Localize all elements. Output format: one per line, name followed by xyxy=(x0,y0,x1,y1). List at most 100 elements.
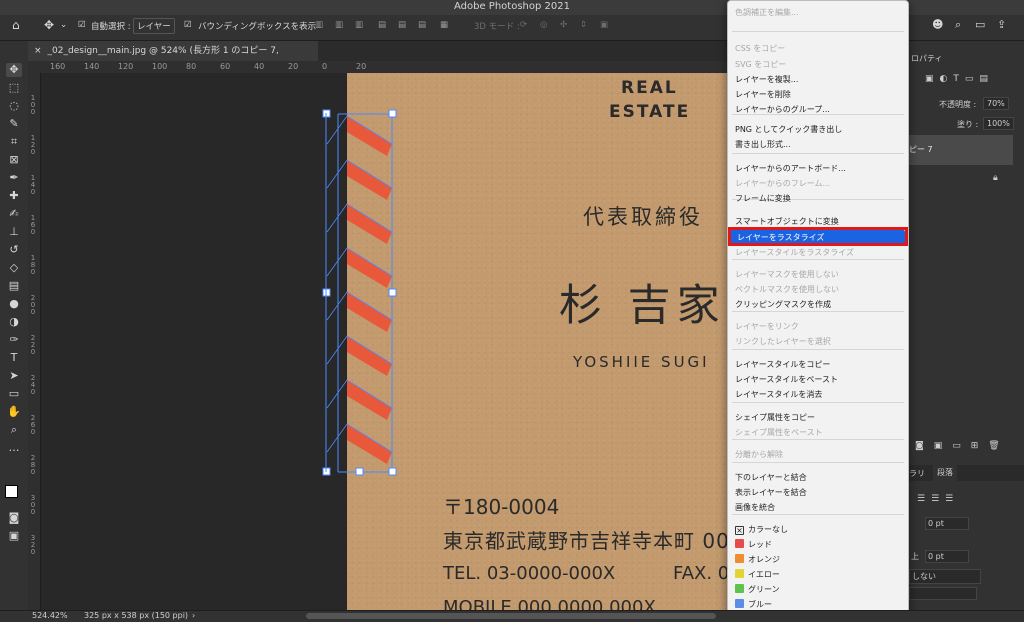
bounding-box-checkbox[interactable]: ☑ xyxy=(184,20,192,30)
menu-item[interactable]: PNG としてクイック書き出し xyxy=(728,122,908,137)
menu-item[interactable]: 下のレイヤーと結合 xyxy=(728,470,908,485)
transform-handle[interactable] xyxy=(388,288,397,297)
align-middle-icon[interactable]: ▤ xyxy=(398,20,406,30)
menu-item[interactable]: レイヤースタイルをペースト xyxy=(728,372,908,387)
menu-item[interactable]: レイヤーからのアートボード... xyxy=(728,161,908,176)
3d-slide-icon[interactable]: ⇕ xyxy=(580,20,587,30)
3d-pan-icon[interactable]: ✣ xyxy=(560,20,567,30)
workspace-icon[interactable]: ▭ xyxy=(975,18,985,31)
hyphenation-select[interactable]: しない xyxy=(909,569,981,584)
menu-item[interactable]: 書き出し形式... xyxy=(728,137,908,152)
composer-select[interactable] xyxy=(909,587,977,600)
menu-item-label: シェイプ属性をペースト xyxy=(735,428,823,437)
fill-label: 塗り : xyxy=(957,120,979,129)
menu-item[interactable]: シェイプ属性をコピー xyxy=(728,410,908,425)
gradient-tool-icon[interactable]: ▤ xyxy=(6,279,22,293)
lasso-tool-icon[interactable]: ◌ xyxy=(6,99,22,113)
crop-tool-icon[interactable]: ⌗ xyxy=(6,135,22,149)
stripe-shape-layer[interactable] xyxy=(41,73,728,610)
3d-scale-icon[interactable]: ▣ xyxy=(600,20,608,30)
document-tab-bar: × _02_design__main.jpg @ 524% (長方形 1 のコピー… xyxy=(28,41,728,76)
transform-handle[interactable] xyxy=(355,467,364,476)
menu-item[interactable]: レイヤーからのグループ... xyxy=(728,102,908,117)
transform-handle[interactable] xyxy=(388,109,397,118)
hand-tool-icon[interactable]: ✋ xyxy=(6,405,22,419)
frame-tool-icon[interactable]: ⊠ xyxy=(6,153,22,167)
transform-handle[interactable] xyxy=(388,467,397,476)
selection-bounding-box[interactable] xyxy=(322,109,397,476)
healing-tool-icon[interactable]: ✚ xyxy=(6,189,22,203)
history-brush-tool-icon[interactable]: ↺ xyxy=(6,243,22,257)
distribute-icon[interactable]: ▦ xyxy=(440,20,448,30)
chevron-down-icon[interactable]: ⌄ xyxy=(60,20,67,30)
canvas-area[interactable]: REAL ESTATE 代表取締役 杉 吉家 YOSHIIE SUGI 〒180… xyxy=(41,73,728,610)
menu-item[interactable]: レイヤースタイルをコピー xyxy=(728,357,908,372)
align-bottom-icon[interactable]: ▤ xyxy=(418,20,426,30)
close-tab-icon[interactable]: × xyxy=(34,46,42,56)
stamp-tool-icon[interactable]: ⊥ xyxy=(6,225,22,239)
layer-actions-icons[interactable]: ◙▣▭⊞🗑︎ xyxy=(907,441,1024,459)
ruler-tick-label: 80 xyxy=(186,62,197,71)
properties-tab[interactable]: ロパティ xyxy=(911,53,943,64)
menu-item[interactable]: × カラーなし xyxy=(728,522,908,537)
menu-item[interactable]: クリッピングマスクを作成 xyxy=(728,297,908,312)
move-tool-icon[interactable]: ✥ xyxy=(44,18,54,32)
menu-item[interactable]: レイヤーを削除 xyxy=(728,87,908,102)
menu-item[interactable]: レッド xyxy=(728,537,908,552)
menu-item[interactable]: イエロー xyxy=(728,567,908,582)
status-arrow-icon[interactable]: › xyxy=(192,611,195,620)
align-top-icon[interactable]: ▤ xyxy=(378,20,386,30)
auto-select-checkbox[interactable]: ☑ xyxy=(78,20,86,30)
document-size-info: 325 px x 538 px (150 ppi) xyxy=(84,611,189,620)
menu-item[interactable]: レイヤーを複製... xyxy=(728,72,908,87)
menu-item[interactable]: 表示レイヤーを結合 xyxy=(728,485,908,500)
ruler-tick-label: 60 xyxy=(220,62,231,71)
horizontal-scrollbar[interactable] xyxy=(306,613,716,619)
menu-item-label: フレームに変換 xyxy=(735,194,791,203)
dodge-tool-icon[interactable]: ◑ xyxy=(6,315,22,329)
foreground-color-swatch[interactable] xyxy=(5,485,18,498)
menu-item[interactable]: フレームに変換 xyxy=(728,191,908,206)
indent-input[interactable]: 0 pt xyxy=(925,517,969,530)
blur-tool-icon[interactable]: ● xyxy=(6,297,22,311)
zoom-tool-icon[interactable]: ⌕ xyxy=(6,423,22,437)
eyedropper-tool-icon[interactable]: ✒ xyxy=(6,171,22,185)
brush-tool-icon[interactable]: ✍ xyxy=(6,207,22,221)
search-icon[interactable]: ⌕ xyxy=(955,18,961,32)
spacing-input[interactable]: 0 pt xyxy=(925,550,969,563)
opacity-input[interactable]: 70% xyxy=(983,97,1009,110)
shape-tool-icon[interactable]: ▭ xyxy=(6,387,22,401)
user-icon[interactable]: ☻ xyxy=(932,18,943,31)
home-icon[interactable]: ⌂ xyxy=(12,18,20,32)
menu-item[interactable]: 画像を統合 xyxy=(728,500,908,515)
layer-filter-icons[interactable]: ▣◐T▭▤ xyxy=(925,74,994,84)
menu-item[interactable]: オレンジ xyxy=(728,552,908,567)
screen-mode-icon[interactable]: ▣ xyxy=(6,529,22,543)
zoom-level[interactable]: 524.42% xyxy=(32,611,68,620)
menu-item[interactable]: レイヤースタイルを消去 xyxy=(728,387,908,402)
tab-paragraph[interactable]: 段落 xyxy=(933,465,957,481)
more-tools-icon[interactable]: … xyxy=(6,441,22,455)
layer-row-selected[interactable]: ピー 7 xyxy=(907,135,1013,165)
marquee-tool-icon[interactable]: ⬚ xyxy=(6,81,22,95)
document-tab[interactable]: × _02_design__main.jpg @ 524% (長方形 1 のコピー… xyxy=(28,41,318,76)
align-left-icon[interactable]: ▥ xyxy=(315,20,323,30)
menu-item[interactable]: グリーン xyxy=(728,582,908,597)
move-tool-icon[interactable]: ✥ xyxy=(6,63,22,77)
3d-roll-icon[interactable]: ◎ xyxy=(540,20,547,30)
path-select-tool-icon[interactable]: ➤ xyxy=(6,369,22,383)
type-tool-icon[interactable]: T xyxy=(6,351,22,365)
eraser-tool-icon[interactable]: ◇ xyxy=(6,261,22,275)
paragraph-align-icons[interactable]: ☰☰☰ xyxy=(917,494,959,504)
fill-input[interactable]: 100% xyxy=(983,117,1014,130)
align-center-icon[interactable]: ▥ xyxy=(335,20,343,30)
3d-rotate-icon[interactable]: ⟳ xyxy=(520,20,527,30)
ruler-tick-label: 100 xyxy=(152,62,168,71)
auto-select-dropdown[interactable]: レイヤー xyxy=(133,18,175,34)
pen-tool-icon[interactable]: ✑ xyxy=(6,333,22,347)
align-right-icon[interactable]: ▥ xyxy=(355,20,363,30)
tab-library[interactable]: ラリ xyxy=(909,468,925,479)
quick-mask-icon[interactable]: ◙ xyxy=(6,511,22,525)
share-icon[interactable]: ⇪ xyxy=(997,18,1006,31)
quick-select-tool-icon[interactable]: ✎ xyxy=(6,117,22,131)
